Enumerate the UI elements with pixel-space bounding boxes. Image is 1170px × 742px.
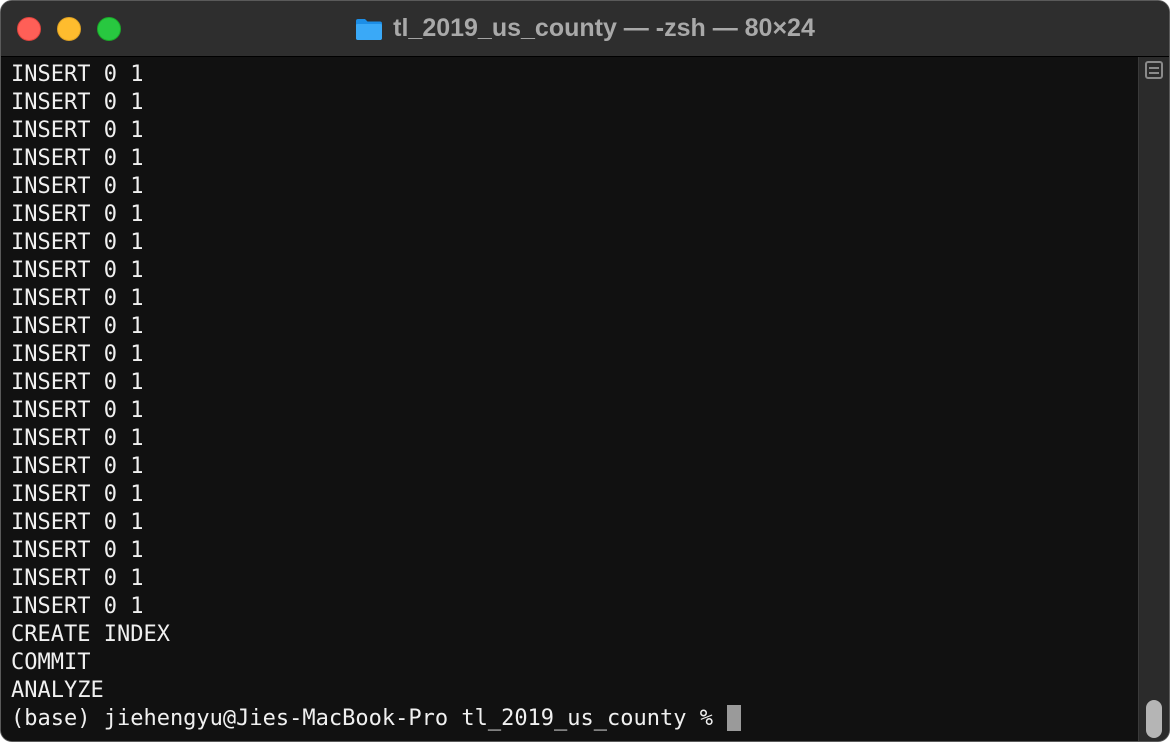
- output-line: INSERT 0 1: [11, 230, 144, 255]
- folder-icon: [356, 18, 383, 40]
- output-line: INSERT 0 1: [11, 174, 144, 199]
- output-line: INSERT 0 1: [11, 398, 144, 423]
- terminal-output[interactable]: INSERT 0 1 INSERT 0 1 INSERT 0 1 INSERT …: [1, 57, 1140, 741]
- output-line: INSERT 0 1: [11, 454, 144, 479]
- output-line: CREATE INDEX: [11, 622, 170, 647]
- scrollbar[interactable]: [1138, 57, 1169, 741]
- output-line: INSERT 0 1: [11, 538, 144, 563]
- output-line: INSERT 0 1: [11, 146, 144, 171]
- output-line: INSERT 0 1: [11, 482, 144, 507]
- output-line: INSERT 0 1: [11, 258, 144, 283]
- terminal-window: tl_2019_us_county — -zsh — 80×24 INSERT …: [0, 0, 1170, 742]
- output-line: INSERT 0 1: [11, 118, 144, 143]
- output-line: INSERT 0 1: [11, 314, 144, 339]
- shell-prompt: (base) jiehengyu@Jies-MacBook-Pro tl_201…: [11, 706, 713, 731]
- output-line: INSERT 0 1: [11, 62, 144, 87]
- scroll-thumb[interactable]: [1146, 700, 1162, 738]
- text-cursor: [727, 705, 741, 731]
- output-line: INSERT 0 1: [11, 90, 144, 115]
- output-line: COMMIT: [11, 650, 91, 675]
- window-title: tl_2019_us_county — -zsh — 80×24: [393, 13, 815, 42]
- output-line: INSERT 0 1: [11, 202, 144, 227]
- output-line: INSERT 0 1: [11, 342, 144, 367]
- prompt-line[interactable]: (base) jiehengyu@Jies-MacBook-Pro tl_201…: [11, 705, 741, 733]
- output-line: ANALYZE: [11, 678, 104, 703]
- output-line: INSERT 0 1: [11, 594, 144, 619]
- window-title-group: tl_2019_us_county — -zsh — 80×24: [1, 1, 1169, 55]
- output-line: INSERT 0 1: [11, 566, 144, 591]
- output-line: INSERT 0 1: [11, 370, 144, 395]
- output-line: INSERT 0 1: [11, 510, 144, 535]
- title-bar[interactable]: tl_2019_us_county — -zsh — 80×24: [1, 1, 1169, 57]
- output-line: INSERT 0 1: [11, 286, 144, 311]
- split-pane-icon[interactable]: [1145, 61, 1163, 79]
- output-line: INSERT 0 1: [11, 426, 144, 451]
